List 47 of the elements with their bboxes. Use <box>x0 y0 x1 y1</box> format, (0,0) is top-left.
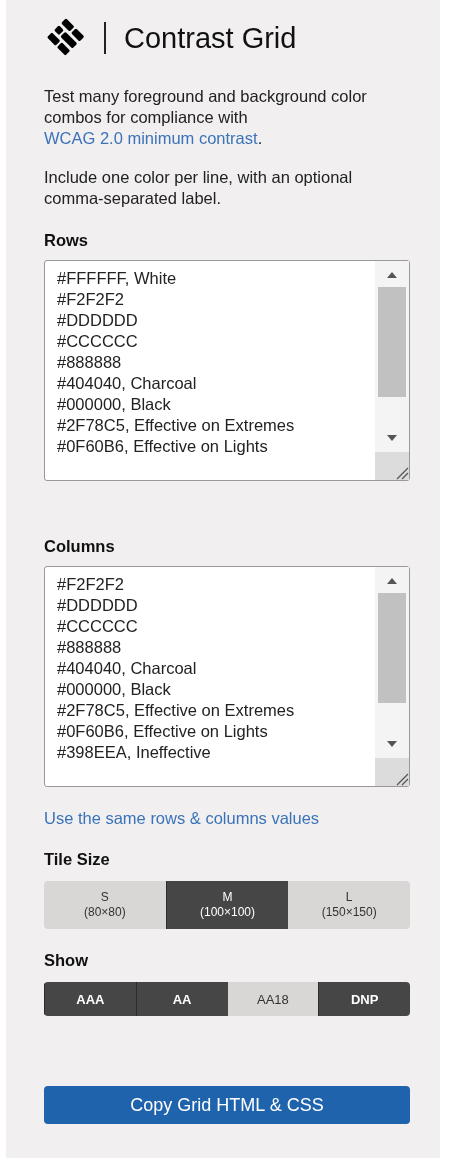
color-line: #404040, Charcoal <box>57 658 198 679</box>
resize-grip-icon <box>395 772 409 786</box>
show-toggle[interactable]: AA <box>135 982 228 1016</box>
color-line: #2F78C5, Effective on Extremes <box>57 700 296 721</box>
rows-textarea[interactable]: #FFFFFF, White #F2F2F2 #DDDDDD #CCCCCC #888888 #404040, Charcoal #000000, Black #2F78C5, Effective on Extremes #0F60B6, Effective on Lights <box>44 260 410 481</box>
columns-label: Columns <box>44 537 116 556</box>
intro-text: Test many foreground and background color combos for compliance with WCAG 2.0 minimum contrast. <box>44 86 368 149</box>
color-line: #404040, Charcoal <box>57 373 198 394</box>
resize-grip-icon <box>395 466 409 480</box>
color-line: #0F60B6, Effective on Lights <box>57 436 269 457</box>
scroll-thumb[interactable] <box>378 593 406 703</box>
tile-size-label: Tile Size <box>44 850 111 869</box>
show-toggle[interactable]: DNP <box>318 982 410 1016</box>
show-toggle[interactable]: AA18 <box>227 982 319 1016</box>
scrollbar[interactable] <box>375 261 409 480</box>
tile-size-option[interactable]: L (150×150) <box>288 881 410 929</box>
show-toggle[interactable]: AAA <box>44 982 136 1016</box>
color-line: #DDDDDD <box>57 595 139 616</box>
app-title: Contrast Grid <box>124 21 297 55</box>
color-line: #888888 <box>57 352 123 373</box>
show-label: Show <box>44 951 89 970</box>
scroll-up-icon <box>386 271 398 279</box>
color-line: #888888 <box>57 637 123 658</box>
tile-size-option[interactable]: M (100×100) <box>165 881 289 929</box>
columns-textarea[interactable]: #F2F2F2 #DDDDDD #CCCCCC #888888 #404040, Charcoal #000000, Black #2F78C5, Effective on Extremes #0F60B6, Effective on Lights #398EEA, Ineffective <box>44 566 410 787</box>
wcag-link[interactable]: WCAG 2.0 minimum contrast <box>44 129 258 147</box>
rows-label: Rows <box>44 231 89 250</box>
color-line: #398EEA, Ineffective <box>57 742 212 763</box>
color-line: #000000, Black <box>57 679 172 700</box>
color-line: #2F78C5, Effective on Extremes <box>57 415 296 436</box>
scroll-down-icon <box>386 740 398 748</box>
color-line: #F2F2F2 <box>57 289 125 310</box>
hint-text: Include one color per line, with an optional comma-separated label. <box>44 167 354 209</box>
color-line: #CCCCCC <box>57 616 139 637</box>
color-line: #000000, Black <box>57 394 172 415</box>
color-line: #FFFFFF, White <box>57 268 178 289</box>
copy-button[interactable]: Copy Grid HTML & CSS <box>44 1086 410 1124</box>
color-line: #CCCCCC <box>57 331 139 352</box>
scroll-down-icon <box>386 434 398 442</box>
color-line: #F2F2F2 <box>57 574 125 595</box>
same-values-link[interactable]: Use the same rows & columns values <box>44 809 320 828</box>
color-line: #0F60B6, Effective on Lights <box>57 721 269 742</box>
tile-size-option[interactable]: S (80×80) <box>44 881 166 929</box>
scroll-up-icon <box>386 577 398 585</box>
scrollbar[interactable] <box>375 567 409 786</box>
scroll-thumb[interactable] <box>378 287 406 397</box>
color-line: #DDDDDD <box>57 310 139 331</box>
